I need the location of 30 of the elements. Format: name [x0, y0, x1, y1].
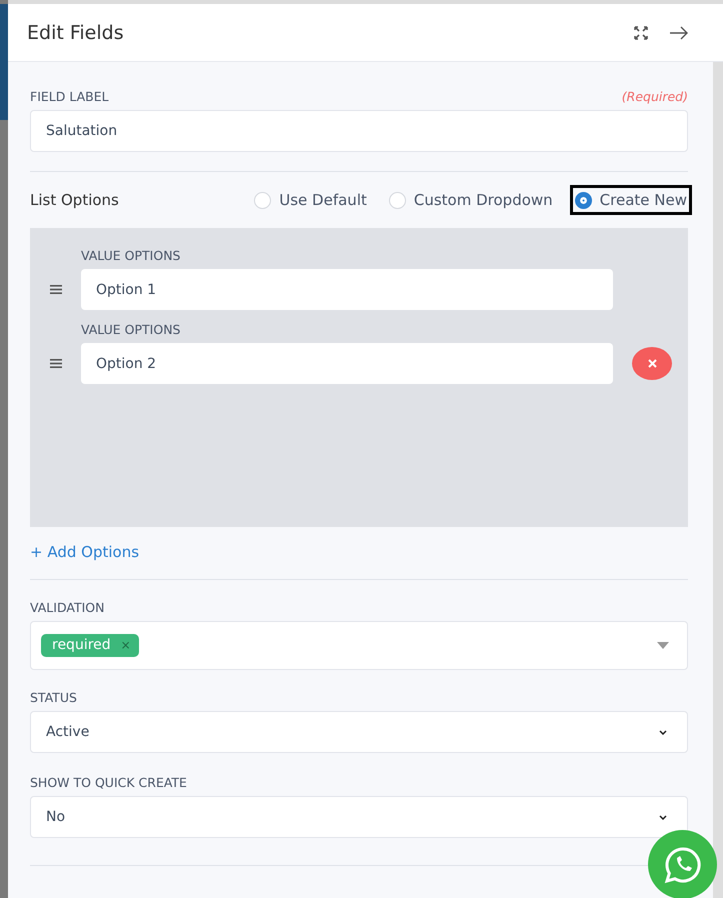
panel-title: Edit Fields [27, 22, 124, 44]
field-label: FIELD LABEL [30, 89, 109, 104]
text-field[interactable]: Option 2 [81, 343, 613, 384]
drag-handle-icon[interactable] [50, 359, 62, 368]
close-icon [648, 359, 656, 368]
select-field[interactable]: Active [30, 711, 688, 753]
radio-option[interactable]: Create New [570, 185, 692, 215]
phone-bubble-icon [662, 844, 702, 884]
select-field[interactable]: No [30, 796, 688, 838]
drag-handle-icon[interactable] [50, 285, 62, 294]
chevron-icon [659, 730, 667, 734]
radio-option[interactable]: Custom Dropdown [384, 185, 558, 215]
required-note: (Required) [622, 89, 688, 106]
remove-button[interactable] [632, 347, 672, 380]
field-label: SHOW TO QUICK CREATE [30, 775, 188, 790]
arrow-right-icon[interactable] [669, 26, 689, 40]
field-label: VALUE OPTIONS [81, 248, 182, 263]
field-label: STATUS [30, 690, 78, 705]
caret-icon[interactable] [657, 642, 669, 649]
field-label: VALUE OPTIONS [81, 322, 182, 337]
scrollbar[interactable] [713, 62, 723, 898]
text-field[interactable]: Salutation [30, 110, 688, 152]
radio-option[interactable]: Use Default [249, 185, 372, 215]
field-label: VALIDATION [30, 600, 106, 615]
tag: required × [41, 634, 139, 657]
text-field[interactable]: Option 1 [81, 269, 613, 310]
expand-icon[interactable] [633, 24, 649, 40]
section-label: List Options [30, 191, 119, 209]
add-options-link[interactable]: + Add Options [30, 543, 140, 561]
chevron-icon [659, 814, 667, 820]
